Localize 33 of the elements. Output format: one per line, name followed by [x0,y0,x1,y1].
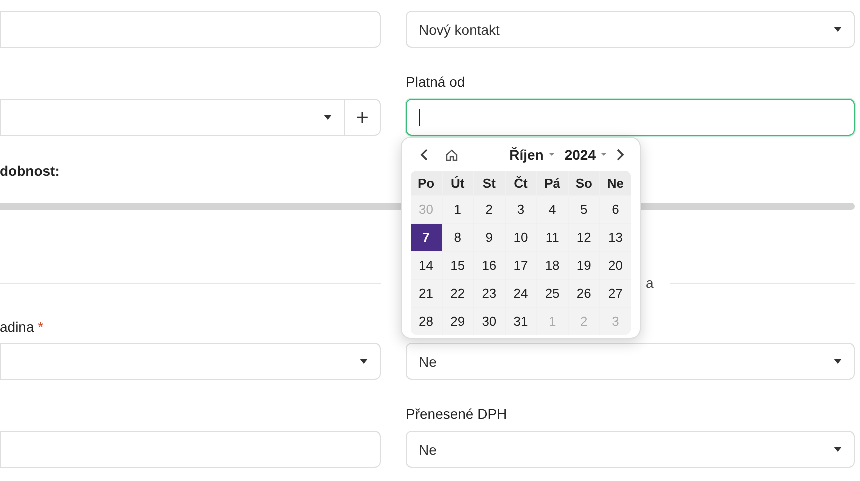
select-field[interactable] [0,99,345,136]
field-label: Platná od [406,74,466,91]
day-cell[interactable]: 7 [411,224,442,251]
field-label: adina * [0,319,45,336]
month-dropdown[interactable]: Říjen [510,146,555,162]
year-dropdown[interactable]: 2024 [564,146,607,162]
weekday-header: Po [411,171,442,195]
caret-icon [324,115,332,120]
section-text: a [646,276,654,290]
text-field[interactable] [0,11,381,48]
add-button[interactable]: + [345,99,381,136]
caret-icon [360,359,368,364]
caret-icon [834,447,842,452]
weekday-header: Út [442,171,474,195]
caret-icon [834,359,842,364]
caret-icon [834,27,842,32]
weekday-header: Pá [537,171,568,195]
contact-select[interactable]: Nový kontakt [406,11,855,48]
weekday-header: So [568,171,600,195]
weekday-header: Čt [506,171,536,195]
field-label: Přenesené DPH [406,406,508,423]
previous-month-button[interactable] [420,148,430,162]
slider-label: dobnost: [0,163,61,180]
weekday-header: St [474,171,505,195]
home-button[interactable] [445,148,459,162]
select-field[interactable] [0,343,381,380]
date-field[interactable] [406,99,855,136]
select-field[interactable]: Ne [406,431,855,468]
weekday-header: Ne [600,171,631,195]
text-field[interactable] [0,431,381,468]
select-field[interactable]: Ne [406,343,855,380]
next-month-button[interactable] [615,148,625,162]
text-cursor [419,109,420,126]
